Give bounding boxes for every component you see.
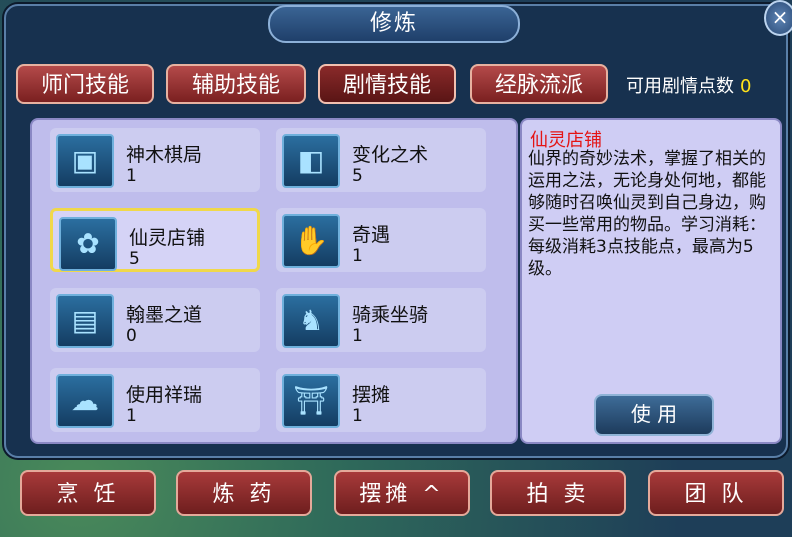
skill-name: 翰墨之道 [126,304,203,326]
stall-icon: ⛩ [282,374,340,428]
skill-level: 1 [352,326,363,346]
skill-name: 使用祥瑞 [126,384,203,406]
tab-support-skills[interactable]: 辅助技能 [166,64,306,104]
skill-item-xiangrui[interactable]: ☁ 使用祥瑞 1 [50,368,260,432]
transform-icon: ◧ [282,134,340,188]
skill-name: 骑乘坐骑 [352,304,429,326]
book-icon: ▤ [56,294,114,348]
cooking-button[interactable]: 烹 饪 [20,470,156,516]
window-title: 修炼 [268,5,520,43]
stall-menu-button[interactable]: 摆摊 ^ [334,470,470,516]
skill-name: 仙灵店铺 [129,227,206,249]
team-button[interactable]: 团 队 [648,470,784,516]
skill-item-hanmo[interactable]: ▤ 翰墨之道 0 [50,288,260,352]
skill-level: 0 [126,326,137,346]
skill-item-bianhua[interactable]: ◧ 变化之术 5 [276,128,486,192]
use-button[interactable]: 使 用 [594,394,714,436]
tab-master-skills[interactable]: 师门技能 [16,64,154,104]
skill-level: 5 [352,166,363,186]
board-icon: ▣ [56,134,114,188]
tab-meridian-school[interactable]: 经脉流派 [470,64,608,104]
skill-item-qiyu[interactable]: ✋ 奇遇 1 [276,208,486,272]
skill-level: 1 [126,166,137,186]
skill-name: 摆摊 [352,384,391,406]
hand-star-icon: ✋ [282,214,340,268]
close-icon[interactable]: × [764,0,792,36]
skill-level: 5 [129,249,140,269]
story-points-value: 0 [740,76,752,97]
skill-level: 1 [352,246,363,266]
skill-item-shenmu[interactable]: ▣ 神木棋局 1 [50,128,260,192]
skill-name: 神木棋局 [126,144,203,166]
story-points: 可用剧情点数 0 [626,72,751,98]
skill-detail-description: 仙界的奇妙法术，掌握了相关的运用之法，无论身处何地，都能够随时召唤仙灵到自己身边… [528,149,766,279]
skill-name: 变化之术 [352,144,429,166]
rider-icon: ♞ [282,294,340,348]
auction-button[interactable]: 拍 卖 [490,470,626,516]
alchemy-button[interactable]: 炼 药 [176,470,312,516]
cloud-icon: ☁ [56,374,114,428]
skill-level: 1 [126,406,137,426]
tab-story-skills[interactable]: 剧情技能 [318,64,456,104]
story-points-label: 可用剧情点数 [626,76,734,97]
skill-item-baitan[interactable]: ⛩ 摆摊 1 [276,368,486,432]
skill-level: 1 [352,406,363,426]
skill-item-qicheng[interactable]: ♞ 骑乘坐骑 1 [276,288,486,352]
shop-icon: ✿ [59,217,117,271]
skill-item-xianling[interactable]: ✿ 仙灵店铺 5 [50,208,260,272]
skill-name: 奇遇 [352,224,391,246]
